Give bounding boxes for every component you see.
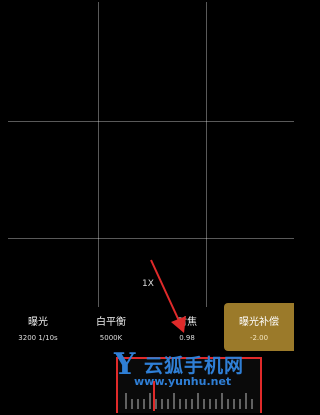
exposure-compensation-control[interactable]: 曝光补偿 -2.00 [224,303,294,351]
grid-line-vertical-2 [206,2,207,307]
exposure-compensation-label: 曝光补偿 [239,317,279,328]
grid-line-vertical-1 [98,2,99,307]
grid-line-horizontal-2 [8,238,294,239]
zoom-level-button[interactable]: 1X [136,279,160,289]
exposure-value: 3200 1/10s [18,334,58,342]
exposure-control[interactable]: 曝光 3200 1/10s [0,303,76,351]
exposure-compensation-value: -2.00 [249,334,269,342]
focus-value: 0.98 [179,334,195,342]
camera-controls-bar: 曝光 3200 1/10s 白平衡 5000K 对焦 0.98 曝光补偿 -2.… [0,303,294,351]
white-balance-label: 白平衡 [96,317,126,328]
focus-control[interactable]: 对焦 0.98 [150,303,224,351]
white-balance-value: 5000K [99,334,123,342]
watermark-title: 云狐手机网 [144,355,245,377]
exposure-label: 曝光 [28,317,48,328]
focus-label: 对焦 [177,317,197,328]
grid-line-horizontal-1 [8,121,294,122]
watermark: Y 云狐手机网 www.yunhu.net [114,347,284,391]
white-balance-control[interactable]: 白平衡 5000K [76,303,146,351]
watermark-logo: Y [114,347,136,382]
camera-viewfinder[interactable] [0,0,294,307]
watermark-url: www.yunhu.net [134,375,232,388]
